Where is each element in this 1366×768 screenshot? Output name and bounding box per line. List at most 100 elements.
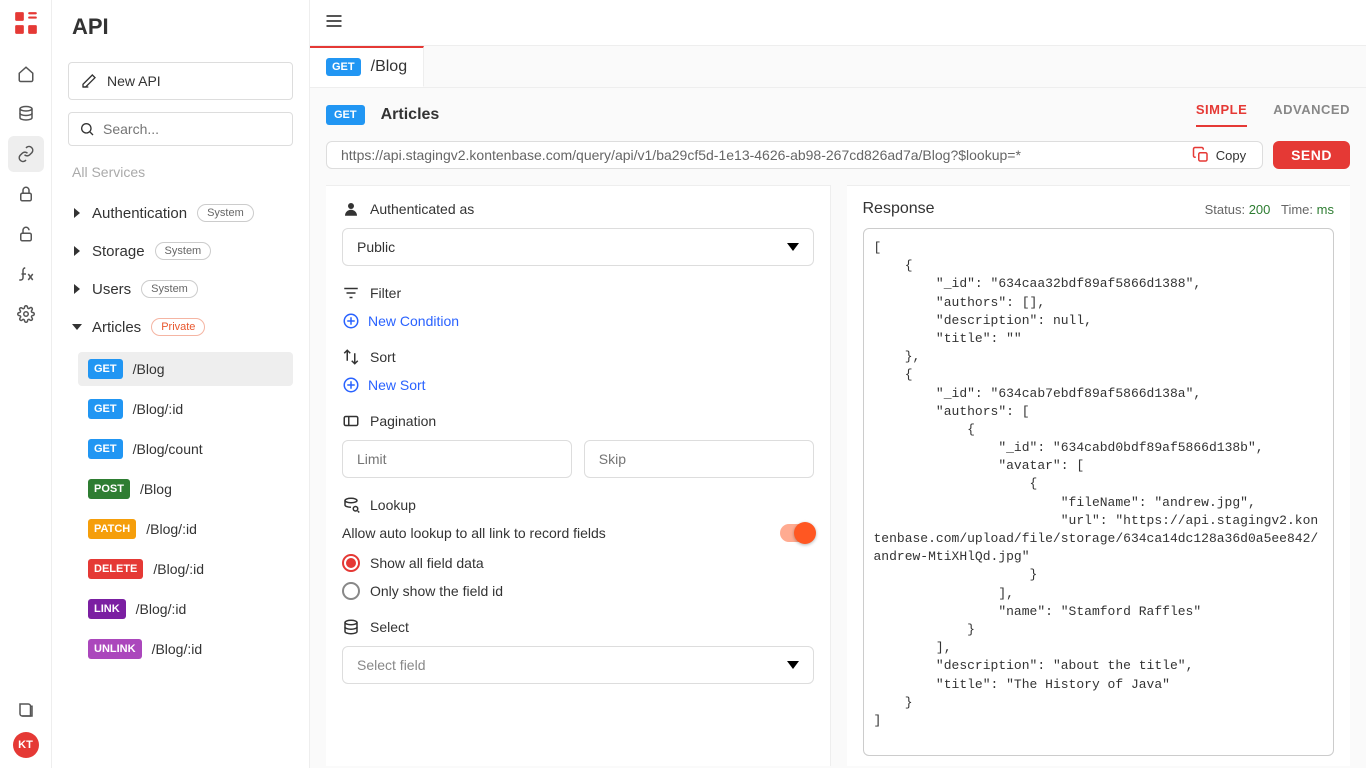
service-articles[interactable]: Articles Private [68, 308, 293, 346]
home-icon[interactable] [8, 56, 44, 92]
select-placeholder: Select field [357, 657, 425, 673]
nav-rail: KT [0, 0, 52, 768]
pagination-label: Pagination [370, 413, 436, 429]
method-badge: LINK [88, 599, 126, 619]
user-icon [342, 200, 360, 218]
endpoint-list: GET /Blog GET /Blog/:id GET /Blog/count … [68, 346, 293, 672]
method-badge: GET [88, 359, 123, 379]
app-logo [13, 10, 39, 36]
database-icon[interactable] [8, 96, 44, 132]
lookup-desc: Allow auto lookup to all link to record … [342, 525, 606, 541]
service-label: Storage [92, 243, 145, 260]
method-badge: GET [88, 439, 123, 459]
main-area: GET /Blog GET Articles SIMPLE ADVANCED C… [310, 0, 1366, 768]
tab-mode-simple[interactable]: SIMPLE [1196, 102, 1247, 127]
service-label: Authentication [92, 205, 187, 222]
response-body-box[interactable]: [ { "_id": "634caa32bdf89af5866d1388", "… [863, 228, 1335, 756]
menu-toggle-icon[interactable] [324, 11, 344, 34]
copy-icon [1192, 146, 1210, 164]
send-button[interactable]: SEND [1273, 141, 1350, 169]
method-badge: GET [326, 58, 361, 76]
endpoint-get-blog-count[interactable]: GET /Blog/count [78, 432, 293, 466]
endpoint-path: /Blog/:id [133, 401, 184, 417]
endpoint-patch-blog-id[interactable]: PATCH /Blog/:id [78, 512, 293, 546]
lookup-radio-id[interactable]: Only show the field id [342, 582, 814, 600]
function-icon[interactable] [8, 256, 44, 292]
api-icon[interactable] [8, 136, 44, 172]
response-body: [ { "_id": "634caa32bdf89af5866d1388", "… [874, 239, 1324, 730]
copy-button[interactable]: Copy [1186, 142, 1252, 168]
select-field-dropdown[interactable]: Select field [342, 646, 814, 684]
tab-blog[interactable]: GET /Blog [310, 46, 424, 87]
new-api-button[interactable]: New API [68, 62, 293, 100]
system-badge: System [197, 204, 254, 222]
service-storage[interactable]: Storage System [68, 232, 293, 270]
auth-value: Public [357, 239, 395, 255]
pagination-icon [342, 412, 360, 430]
search-input[interactable] [103, 121, 284, 137]
tab-path: /Blog [371, 58, 407, 76]
tab-bar: GET /Blog [310, 46, 1366, 88]
endpoint-path: /Blog [140, 481, 172, 497]
filter-icon [342, 284, 360, 302]
radio-icon [342, 554, 360, 572]
endpoint-get-blog[interactable]: GET /Blog [78, 352, 293, 386]
service-label: Users [92, 281, 131, 298]
method-badge: GET [88, 399, 123, 419]
page-title: API [68, 14, 293, 40]
new-sort-button[interactable]: New Sort [342, 376, 814, 394]
url-input[interactable] [341, 147, 1186, 163]
method-badge: UNLINK [88, 639, 142, 659]
chevron-right-icon [72, 284, 82, 294]
new-api-label: New API [107, 73, 161, 89]
endpoint-delete-blog-id[interactable]: DELETE /Blog/:id [78, 552, 293, 586]
tab-mode-advanced[interactable]: ADVANCED [1273, 102, 1350, 127]
response-panel: Response Status: 200 Time: ms [ { "_id":… [847, 185, 1351, 766]
url-box: Copy [326, 141, 1263, 169]
time-value: ms [1317, 202, 1334, 217]
endpoint-path: /Blog/:id [146, 521, 197, 537]
endpoint-unlink-blog-id[interactable]: UNLINK /Blog/:id [78, 632, 293, 666]
lookup-radio-all[interactable]: Show all field data [342, 554, 814, 572]
chevron-right-icon [72, 208, 82, 218]
status-code: 200 [1249, 202, 1271, 217]
url-row: Copy SEND [326, 141, 1350, 169]
lookup-opt-all-label: Show all field data [370, 555, 484, 571]
auth-label: Authenticated as [370, 201, 474, 217]
response-title: Response [863, 200, 935, 218]
private-badge: Private [151, 318, 205, 336]
auth-select[interactable]: Public [342, 228, 814, 266]
shield-icon[interactable] [8, 176, 44, 212]
system-badge: System [155, 242, 212, 260]
method-badge: DELETE [88, 559, 143, 579]
lookup-label: Lookup [370, 497, 416, 513]
sort-label: Sort [370, 349, 396, 365]
service-users[interactable]: Users System [68, 270, 293, 308]
endpoint-link-blog-id[interactable]: LINK /Blog/:id [78, 592, 293, 626]
response-header: Response Status: 200 Time: ms [863, 200, 1335, 218]
endpoint-post-blog[interactable]: POST /Blog [78, 472, 293, 506]
status-label: Status: [1205, 202, 1245, 217]
method-badge: PATCH [88, 519, 136, 539]
skip-input[interactable] [584, 440, 814, 478]
endpoint-path: /Blog/:id [153, 561, 204, 577]
search-input-wrap[interactable] [68, 112, 293, 146]
limit-input[interactable] [342, 440, 572, 478]
plus-circle-icon [342, 376, 360, 394]
chevron-down-icon [787, 661, 799, 669]
system-badge: System [141, 280, 198, 298]
method-badge: GET [326, 105, 365, 125]
endpoint-get-blog-id[interactable]: GET /Blog/:id [78, 392, 293, 426]
user-avatar[interactable]: KT [13, 732, 39, 758]
new-condition-button[interactable]: New Condition [342, 312, 814, 330]
lookup-toggle[interactable] [780, 524, 814, 542]
sort-icon [342, 348, 360, 366]
docs-icon[interactable] [8, 692, 44, 728]
chevron-down-icon [787, 243, 799, 251]
endpoint-path: /Blog/count [133, 441, 203, 457]
lock-icon[interactable] [8, 216, 44, 252]
service-authentication[interactable]: Authentication System [68, 194, 293, 232]
radio-icon [342, 582, 360, 600]
settings-icon[interactable] [8, 296, 44, 332]
title-row: GET Articles SIMPLE ADVANCED [326, 102, 1350, 127]
